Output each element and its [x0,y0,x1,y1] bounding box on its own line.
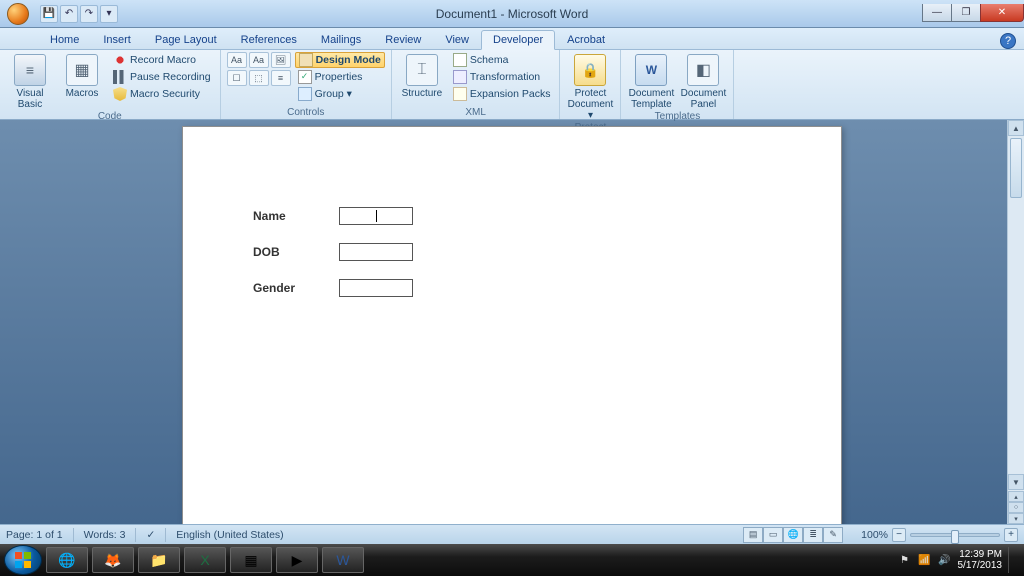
minimize-button[interactable]: — [922,4,952,22]
taskbar-excel[interactable]: X [184,547,226,573]
tab-acrobat[interactable]: Acrobat [555,30,617,49]
label-dob: DOB [253,245,339,259]
next-page-button[interactable]: ▾ [1008,513,1024,524]
field-gender[interactable] [339,279,413,297]
properties-button[interactable]: Properties [295,69,385,85]
template-icon [635,54,667,86]
tab-view[interactable]: View [433,30,481,49]
structure-icon [406,54,438,86]
tab-mailings[interactable]: Mailings [309,30,373,49]
view-draft[interactable]: ✎ [823,527,843,543]
view-print-layout[interactable]: ▤ [743,527,763,543]
group-icon [298,87,312,101]
zoom-slider[interactable] [910,533,1000,537]
qat-redo[interactable]: ↷ [80,5,98,23]
taskbar-explorer[interactable]: 📁 [138,547,180,573]
qat-undo[interactable]: ↶ [60,5,78,23]
structure-button[interactable]: Structure [398,52,446,106]
field-dob[interactable] [339,243,413,261]
visual-basic-icon [14,54,46,86]
schema-button[interactable]: Schema [450,52,554,68]
zoom-value[interactable]: 100% [861,529,888,541]
status-language[interactable]: English (United States) [176,529,283,541]
taskbar: 🌐 🦊 📁 X ▦ ▶ W ⚑ 📶 🔊 12:39 PM 5/17/2013 [0,544,1024,576]
document-template-button[interactable]: Document Template [627,52,675,110]
macros-icon [66,54,98,86]
view-buttons: ▤ ▭ 🌐 ≣ ✎ [743,527,843,543]
transformation-button[interactable]: Transformation [450,69,554,85]
expansion-packs-button[interactable]: Expansion Packs [450,86,554,102]
document-page[interactable]: Name DOB Gender [182,126,842,524]
scroll-up-icon[interactable]: ▲ [1008,120,1024,136]
schema-icon [453,53,467,67]
vertical-scrollbar[interactable]: ▲ ▼ ▴ ○ ▾ [1007,120,1024,524]
field-name[interactable] [339,207,413,225]
close-button[interactable]: ✕ [980,4,1024,22]
start-button[interactable] [4,545,42,575]
group-button[interactable]: Group ▾ [295,86,385,102]
label-gender: Gender [253,281,339,295]
document-area: Name DOB Gender [0,120,1024,524]
tray-action-center-icon[interactable]: ⚑ [898,553,912,567]
view-outline[interactable]: ≣ [803,527,823,543]
view-full-screen[interactable]: ▭ [763,527,783,543]
ribbon-tabs: Home Insert Page Layout References Maili… [0,28,1024,50]
status-words[interactable]: Words: 3 [84,529,126,541]
panel-icon [687,54,719,86]
scroll-thumb[interactable] [1010,138,1022,198]
help-button[interactable]: ? [1000,33,1016,49]
scroll-down-icon[interactable]: ▼ [1008,474,1024,490]
window-title: Document1 - Microsoft Word [436,7,589,21]
taskbar-firefox[interactable]: 🦊 [92,547,134,573]
tab-page-layout[interactable]: Page Layout [143,30,229,49]
group-label-xml: XML [398,106,554,119]
taskbar-chrome[interactable]: 🌐 [46,547,88,573]
tab-developer[interactable]: Developer [481,30,555,50]
status-proofing-icon[interactable]: ✓ [146,529,155,541]
taskbar-app[interactable]: ▦ [230,547,272,573]
pause-recording-button[interactable]: Pause Recording [110,69,214,85]
transformation-icon [453,70,467,84]
design-mode-icon [299,53,313,67]
status-bar: Page: 1 of 1 Words: 3 ✓ English (United … [0,524,1024,544]
prev-page-button[interactable]: ▴ [1008,491,1024,502]
tab-references[interactable]: References [229,30,309,49]
tab-insert[interactable]: Insert [91,30,143,49]
record-icon [113,53,127,67]
tab-review[interactable]: Review [373,30,433,49]
system-clock[interactable]: 12:39 PM 5/17/2013 [958,549,1003,571]
expansion-icon [453,87,467,101]
office-button[interactable] [0,0,36,28]
document-panel-button[interactable]: Document Panel [679,52,727,110]
tab-home[interactable]: Home [38,30,91,49]
qat-customize[interactable]: ▾ [100,5,118,23]
design-mode-button[interactable]: Design Mode [295,52,385,68]
controls-gallery[interactable]: AaAa🖼 ☐⬚≡ [227,52,291,86]
zoom-out-button[interactable]: − [892,528,906,542]
ribbon: Visual Basic Macros Record Macro Pause R… [0,50,1024,120]
view-web-layout[interactable]: 🌐 [783,527,803,543]
protect-icon [574,54,606,86]
protect-document-button[interactable]: Protect Document ▾ [566,52,614,121]
taskbar-media[interactable]: ▶ [276,547,318,573]
macros-button[interactable]: Macros [58,52,106,110]
qat-save[interactable]: 💾 [40,5,58,23]
browse-object-button[interactable]: ○ [1008,502,1024,513]
status-page[interactable]: Page: 1 of 1 [6,529,63,541]
macro-security-button[interactable]: Macro Security [110,86,214,102]
tray-volume-icon[interactable]: 🔊 [938,553,952,567]
record-macro-button[interactable]: Record Macro [110,52,214,68]
pause-icon [113,70,127,84]
zoom-in-button[interactable]: + [1004,528,1018,542]
taskbar-word[interactable]: W [322,547,364,573]
shield-icon [113,87,127,101]
maximize-button[interactable]: ❐ [951,4,981,22]
label-name: Name [253,209,339,223]
group-label-controls: Controls [227,106,385,119]
tray-network-icon[interactable]: 📶 [918,553,932,567]
visual-basic-button[interactable]: Visual Basic [6,52,54,110]
show-desktop-button[interactable] [1008,547,1016,573]
properties-icon [298,70,312,84]
